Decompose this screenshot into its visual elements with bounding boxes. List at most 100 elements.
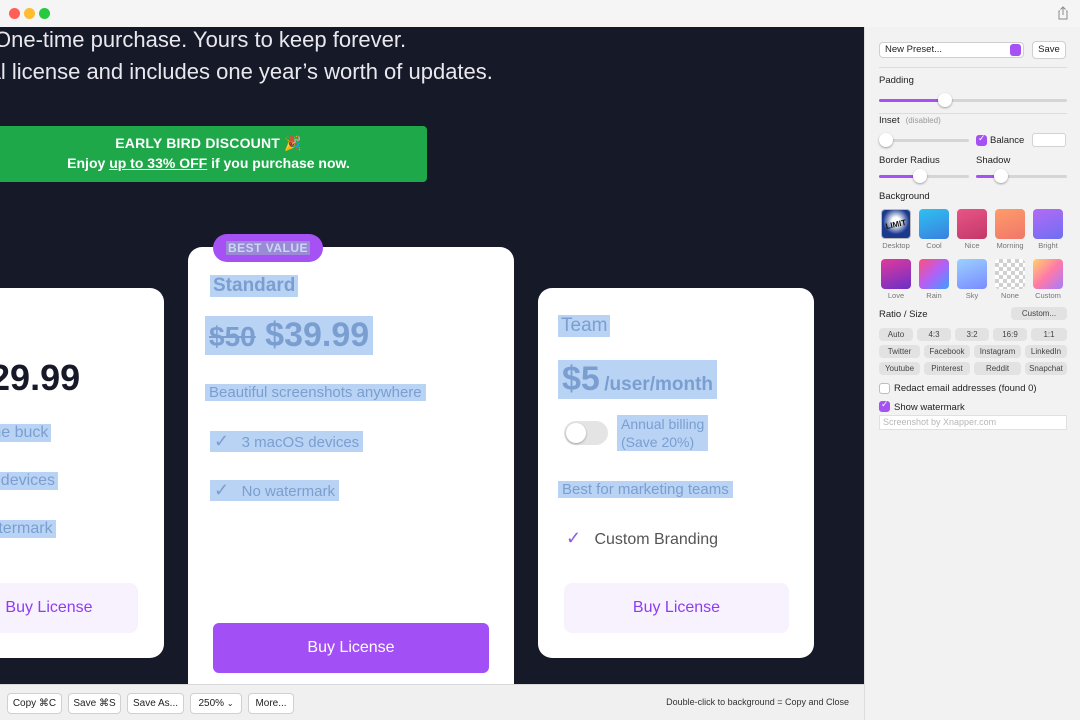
slider-thumb[interactable] <box>879 133 893 147</box>
size-linkedin[interactable]: LinkedIn <box>1025 345 1067 358</box>
size-twitter[interactable]: Twitter <box>879 345 920 358</box>
swatch-label: Morning <box>996 241 1024 250</box>
basic-feature-1: Bang for the buck <box>0 424 52 442</box>
swatch-label: Bright <box>1038 241 1058 250</box>
divider <box>879 113 1067 114</box>
save-as-button[interactable]: Save As... <box>127 693 184 714</box>
standard-tagline-text: Beautiful screenshots anywhere <box>205 384 426 401</box>
size-label: LinkedIn <box>1030 347 1062 356</box>
annual-billing-toggle[interactable] <box>564 421 608 445</box>
preset-select[interactable]: New Preset... <box>879 42 1024 58</box>
standard-feature-1-text: 3 macOS devices <box>241 434 360 451</box>
slider-thumb[interactable] <box>994 169 1009 183</box>
standard-buy-button[interactable]: Buy License <box>213 623 489 673</box>
swatch-label: Desktop <box>882 241 910 250</box>
preset-save-button[interactable]: Save <box>1032 41 1066 59</box>
bg-swatch-love[interactable] <box>881 259 911 289</box>
inset-disabled-note: (disabled) <box>905 116 941 125</box>
share-icon[interactable] <box>1056 6 1070 20</box>
padding-slider[interactable] <box>879 93 1067 107</box>
bg-swatch-desktop[interactable]: LIMIT <box>881 209 911 239</box>
ratio-label: 1:1 <box>1043 330 1055 339</box>
standard-price: $39.99 <box>265 316 370 354</box>
team-feature-1: ✓ Custom Branding <box>566 528 718 549</box>
bg-swatch-cool[interactable] <box>919 209 949 239</box>
ratio-1-1[interactable]: 1:1 <box>1031 328 1067 341</box>
size-snapchat[interactable]: Snapchat <box>1025 362 1067 375</box>
ratio-4-3[interactable]: 4:3 <box>917 328 951 341</box>
pricing-card-standard <box>188 247 514 684</box>
bottom-toolbar: Copy ⌘C Save ⌘S Save As... 250% ⌄ More..… <box>0 684 864 720</box>
settings-sidebar: New Preset... Save Padding Inset (disable… <box>864 27 1080 720</box>
preset-value: New Preset... <box>885 44 943 55</box>
copy-button[interactable]: Copy ⌘C <box>7 693 62 714</box>
basic-feature-2-text: macOS devices <box>0 472 59 490</box>
save-as-button-label: Save As... <box>132 698 179 709</box>
balance-value-field[interactable] <box>1032 133 1066 147</box>
team-buy-button[interactable]: Buy License <box>564 583 789 633</box>
team-tagline-text: Best for marketing teams <box>558 481 733 498</box>
watermark-text-field[interactable]: Screenshot by Xnapper.com <box>879 415 1067 430</box>
ratio-3-2[interactable]: 3:2 <box>955 328 989 341</box>
bg-swatch-nice[interactable] <box>957 209 987 239</box>
slider-thumb[interactable] <box>912 169 927 183</box>
divider <box>879 67 1067 68</box>
show-watermark-label: Show watermark <box>894 402 965 413</box>
standard-old-price: $50 <box>209 321 256 352</box>
save-button[interactable]: Save ⌘S <box>68 693 121 714</box>
bg-swatch-bright[interactable] <box>1033 209 1063 239</box>
size-label: Twitter <box>887 347 912 356</box>
size-label: Pinterest <box>931 364 963 373</box>
redact-email-checkbox[interactable] <box>879 383 890 394</box>
standard-feature-2: ✓ No watermark <box>210 480 339 501</box>
shadow-slider[interactable] <box>976 169 1067 183</box>
title-bar <box>0 0 1080 27</box>
size-label: Youtube <box>884 364 915 373</box>
size-instagram[interactable]: Instagram <box>974 345 1021 358</box>
size-reddit[interactable]: Reddit <box>974 362 1021 375</box>
team-price-row: $5 /user/month <box>558 360 718 399</box>
size-facebook[interactable]: Facebook <box>924 345 970 358</box>
bg-swatch-rain[interactable] <box>919 259 949 289</box>
discount-banner: EARLY BIRD DISCOUNT 🎉 Enjoy up to 33% OF… <box>0 126 427 182</box>
shadow-label: Shadow <box>976 155 1011 166</box>
custom-size-button[interactable]: Custom... <box>1011 307 1067 320</box>
team-feature-1-text: Custom Branding <box>594 531 719 548</box>
inset-slider[interactable] <box>879 133 969 147</box>
check-icon: ✓ <box>566 528 582 548</box>
inset-label: Inset (disabled) <box>879 115 941 126</box>
standard-feature-2-text: No watermark <box>241 483 335 500</box>
ratio-label: Auto <box>887 330 905 339</box>
more-button[interactable]: More... <box>248 693 294 714</box>
close-window-button[interactable] <box>9 8 20 19</box>
headline-line-2: perpetual license and includes one year’… <box>0 59 493 84</box>
bg-swatch-custom[interactable] <box>1033 259 1063 289</box>
swatch-label: Custom <box>1035 291 1061 300</box>
size-pinterest[interactable]: Pinterest <box>924 362 970 375</box>
bg-swatch-sky[interactable] <box>957 259 987 289</box>
show-watermark-checkbox[interactable] <box>879 400 890 412</box>
desktop-icon: LIMIT <box>884 217 908 232</box>
redact-email-label: Redact email addresses (found 0) <box>894 383 1037 394</box>
standard-price-row: $50 $39.99 <box>205 316 374 355</box>
size-youtube[interactable]: Youtube <box>879 362 920 375</box>
slider-thumb[interactable] <box>937 93 952 107</box>
bg-swatch-morning[interactable] <box>995 209 1025 239</box>
standard-plan-name: Standard <box>210 275 299 297</box>
team-buy-label: Buy License <box>632 599 721 616</box>
ratio-16-9[interactable]: 16:9 <box>993 328 1027 341</box>
ratio-label: 16:9 <box>1002 330 1018 339</box>
bg-swatch-none[interactable] <box>995 259 1025 289</box>
basic-buy-button[interactable]: Buy License <box>0 583 138 633</box>
border-radius-slider[interactable] <box>879 169 969 183</box>
minimize-window-button[interactable] <box>24 8 35 19</box>
best-value-label: BEST VALUE <box>225 241 311 255</box>
balance-checkbox[interactable] <box>976 134 987 146</box>
zoom-select[interactable]: 250% ⌄ <box>190 693 242 714</box>
banner-title: EARLY BIRD DISCOUNT 🎉 <box>115 135 302 151</box>
ratio-auto[interactable]: Auto <box>879 328 913 341</box>
best-value-badge: BEST VALUE <box>213 234 323 262</box>
inset-label-text: Inset <box>879 115 900 126</box>
zoom-window-button[interactable] <box>39 8 50 19</box>
screenshot-canvas[interactable]: One-time purchase. Yours to keep forever… <box>0 27 864 684</box>
